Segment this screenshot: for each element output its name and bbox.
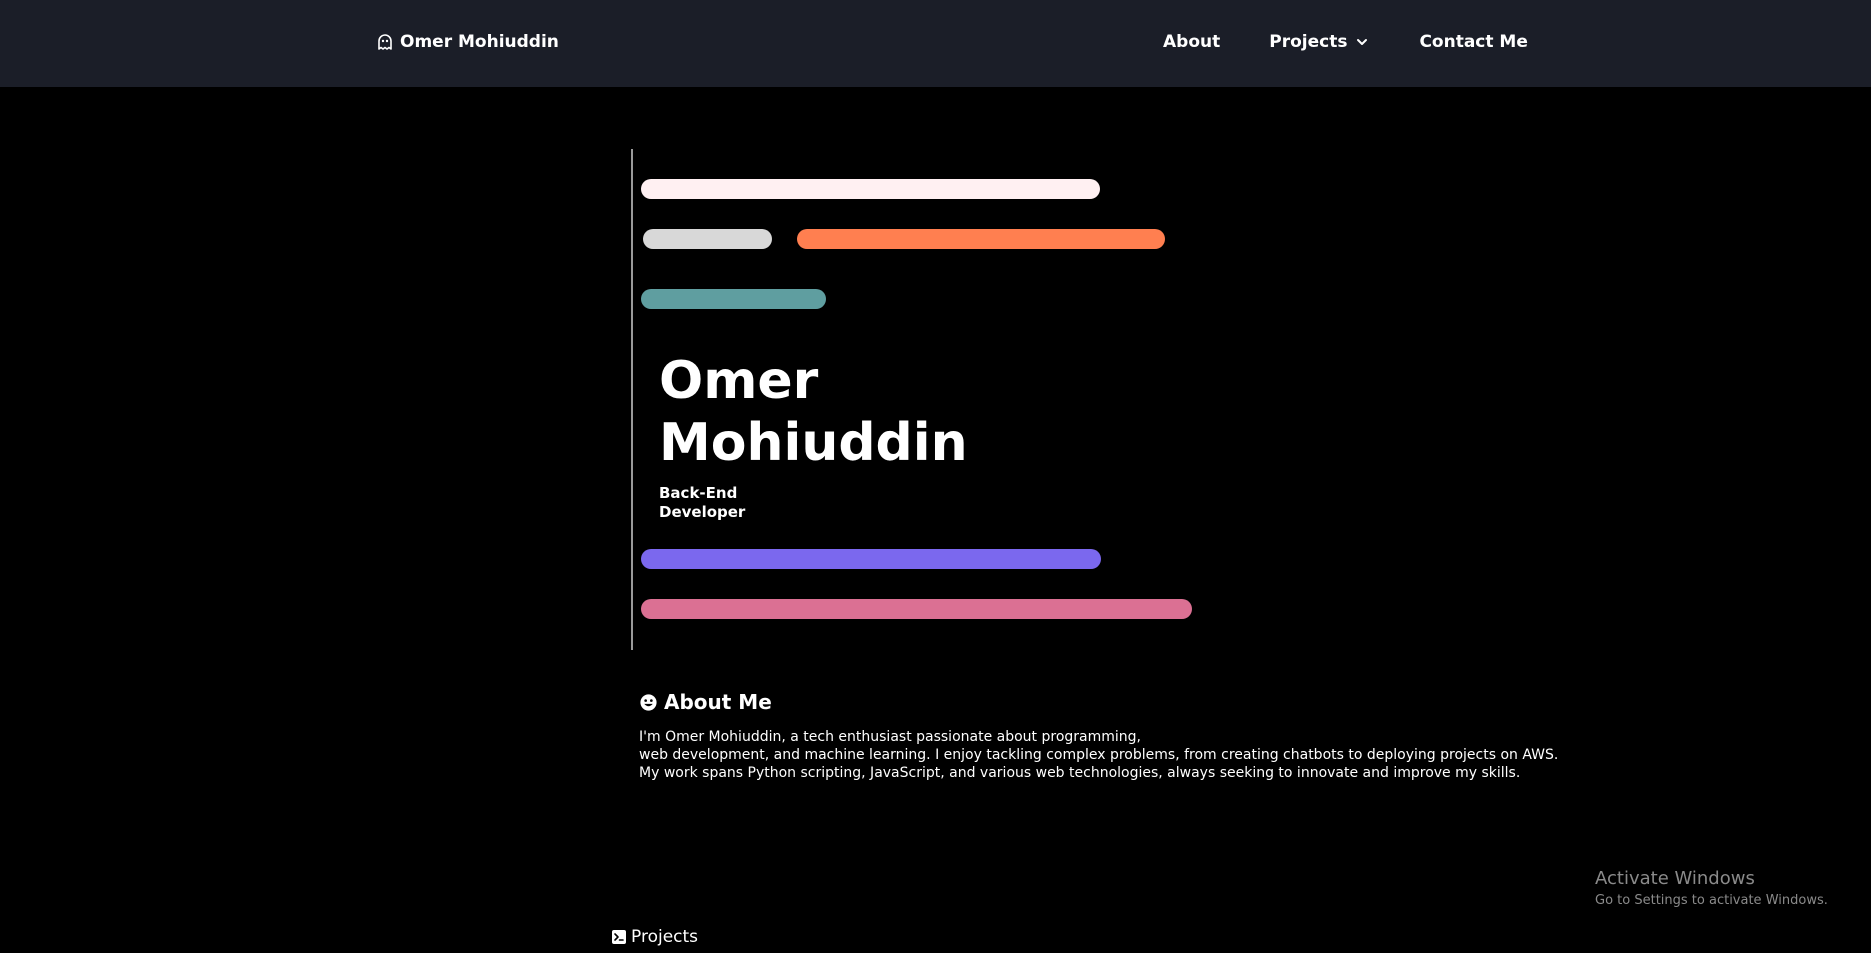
smile-icon [639,693,658,712]
about-line-2: web development, and machine learning. I… [639,747,1559,763]
decor-bar-6 [641,599,1192,619]
projects-section-label: Projects [631,927,699,947]
nav-projects-label: Projects [1269,32,1348,52]
about-heading-label: About Me [664,690,772,714]
decor-bar-2 [643,229,772,249]
decor-bar-4 [641,289,826,309]
brand-label: Omer Mohiuddin [400,32,559,52]
decor-bar-1 [641,179,1100,199]
about-text: I'm Omer Mohiuddin, a tech enthusiast pa… [639,728,1579,782]
about-line-3: My work spans Python scripting, JavaScri… [639,765,1521,781]
terminal-icon [612,930,626,944]
nav-contact-link[interactable]: Contact Me [1419,32,1527,52]
decor-bar-3 [797,229,1165,249]
nav-projects-dropdown[interactable]: Projects [1269,32,1369,52]
hero-name: Omer Mohiuddin [659,351,968,473]
chevron-down-icon [1355,35,1369,49]
watermark-subtitle: Go to Settings to activate Windows. [1595,893,1828,908]
brand-link[interactable]: Omer Mohiuddin [376,32,559,52]
about-line-1: I'm Omer Mohiuddin, a tech enthusiast pa… [639,729,1141,745]
navbar: Omer Mohiuddin About Projects Contact Me [0,0,1871,87]
about-heading: About Me [639,690,772,714]
ghost-icon [376,33,394,51]
nav-about-link[interactable]: About [1163,32,1220,52]
hero-role: Back-End Developer [659,484,746,521]
watermark-title: Activate Windows [1595,868,1755,889]
nav-links: About Projects Contact Me [1163,32,1528,52]
hero-divider [631,149,633,650]
projects-section-heading[interactable]: Projects [612,927,698,947]
decor-bar-5 [641,549,1101,569]
activate-windows-watermark: Activate Windows Go to Settings to activ… [1595,868,1828,910]
